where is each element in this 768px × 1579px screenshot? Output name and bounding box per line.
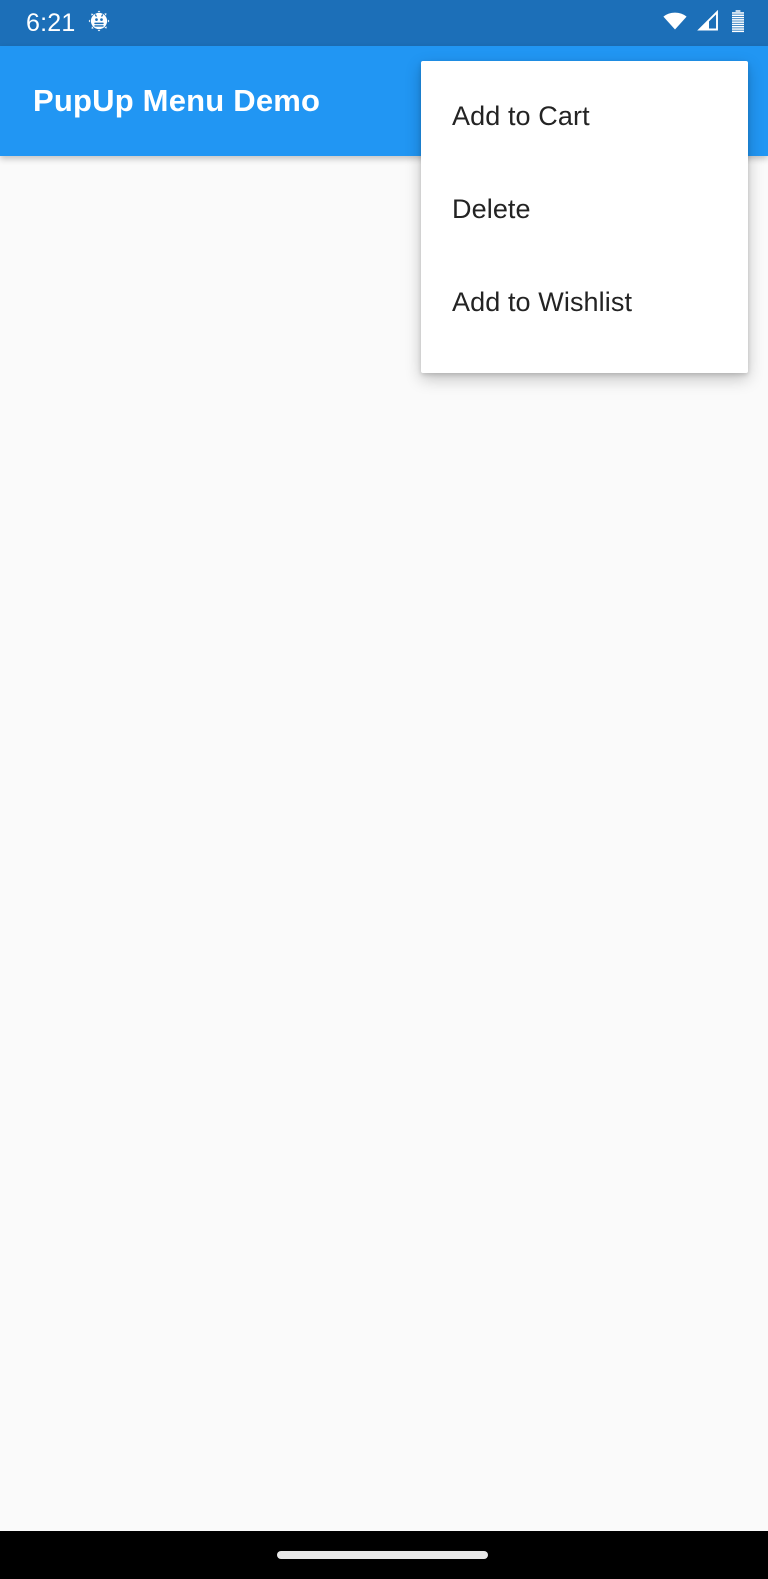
status-bar-clock: 6:21: [26, 9, 76, 37]
menu-item-label: Add to Cart: [452, 100, 590, 131]
battery-icon: [730, 9, 746, 38]
menu-item-label: Delete: [452, 193, 531, 224]
menu-item-add-to-wishlist[interactable]: Add to Wishlist: [421, 255, 748, 348]
system-navigation-bar: [0, 1531, 768, 1579]
status-bar: 6:21: [0, 0, 768, 46]
cellular-signal-icon: [697, 9, 721, 38]
popup-menu: Add to Cart Delete Add to Wishlist: [421, 61, 748, 373]
menu-item-delete[interactable]: Delete: [421, 162, 748, 255]
menu-item-add-to-cart[interactable]: Add to Cart: [421, 69, 748, 162]
android-bug-gear-icon: [87, 9, 111, 38]
status-bar-right-group: [662, 9, 746, 38]
gesture-home-pill[interactable]: [277, 1551, 488, 1559]
app-bar-title: PupUp Menu Demo: [33, 83, 321, 118]
menu-item-label: Add to Wishlist: [452, 286, 633, 317]
status-bar-left-group: 6:21: [26, 9, 111, 38]
wifi-icon: [662, 9, 688, 38]
